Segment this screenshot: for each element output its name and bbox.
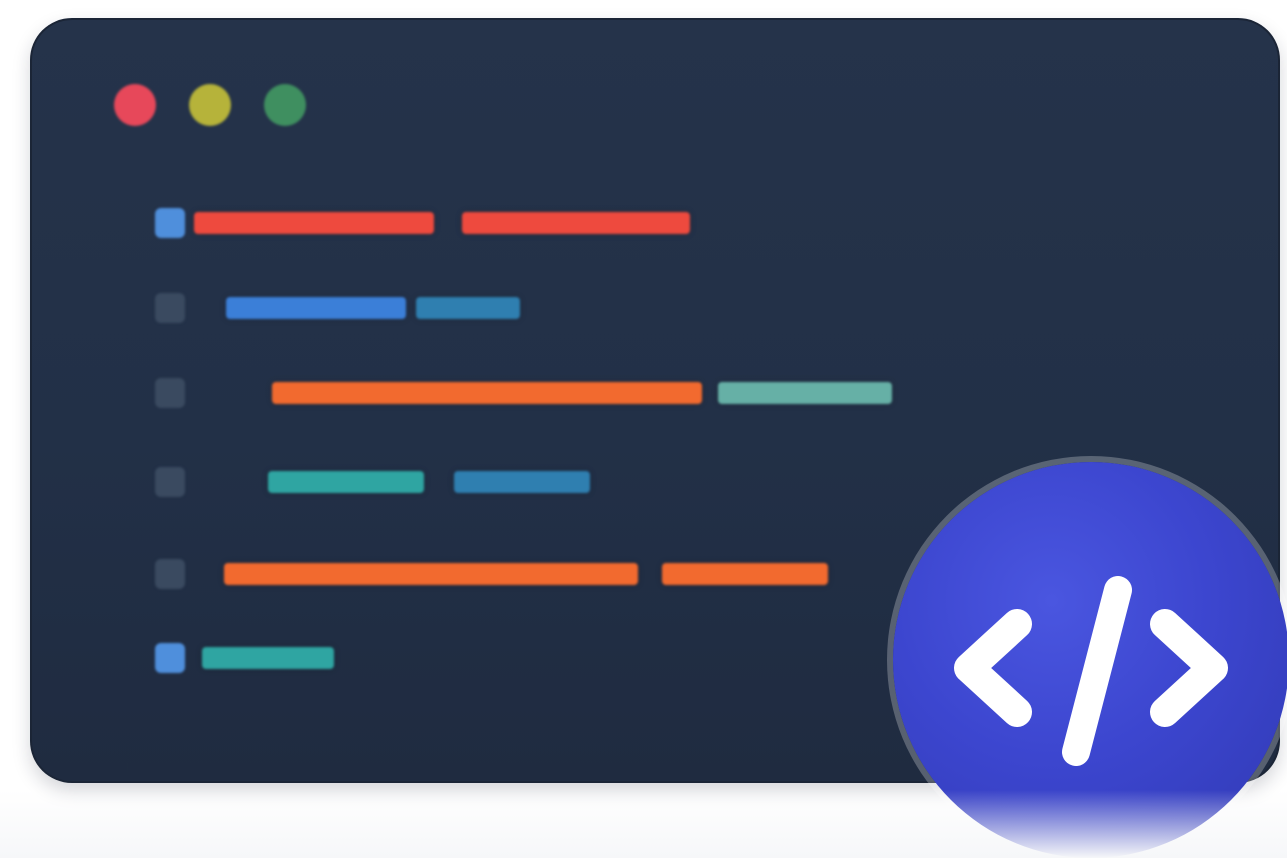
line-gutter-marker xyxy=(155,467,185,497)
code-editor-illustration xyxy=(0,0,1287,858)
line-gutter-marker xyxy=(155,378,185,408)
code-token xyxy=(454,471,590,493)
line-gutter-marker xyxy=(155,559,185,589)
code-line xyxy=(30,288,1280,328)
line-gutter-marker xyxy=(155,643,185,673)
code-token xyxy=(194,212,434,234)
bottom-fade xyxy=(0,790,1287,858)
line-gutter-marker xyxy=(155,208,185,238)
code-line xyxy=(30,203,1280,243)
code-token xyxy=(224,563,638,585)
code-token xyxy=(662,563,828,585)
code-token xyxy=(272,382,702,404)
code-token xyxy=(202,647,334,669)
minimize-dot-icon xyxy=(189,84,231,126)
code-token xyxy=(226,297,406,319)
code-line xyxy=(30,373,1280,413)
maximize-dot-icon xyxy=(264,84,306,126)
close-dot-icon xyxy=(114,84,156,126)
line-gutter-marker xyxy=(155,293,185,323)
code-token xyxy=(416,297,520,319)
code-token xyxy=(268,471,424,493)
code-token xyxy=(718,382,892,404)
code-token xyxy=(462,212,690,234)
